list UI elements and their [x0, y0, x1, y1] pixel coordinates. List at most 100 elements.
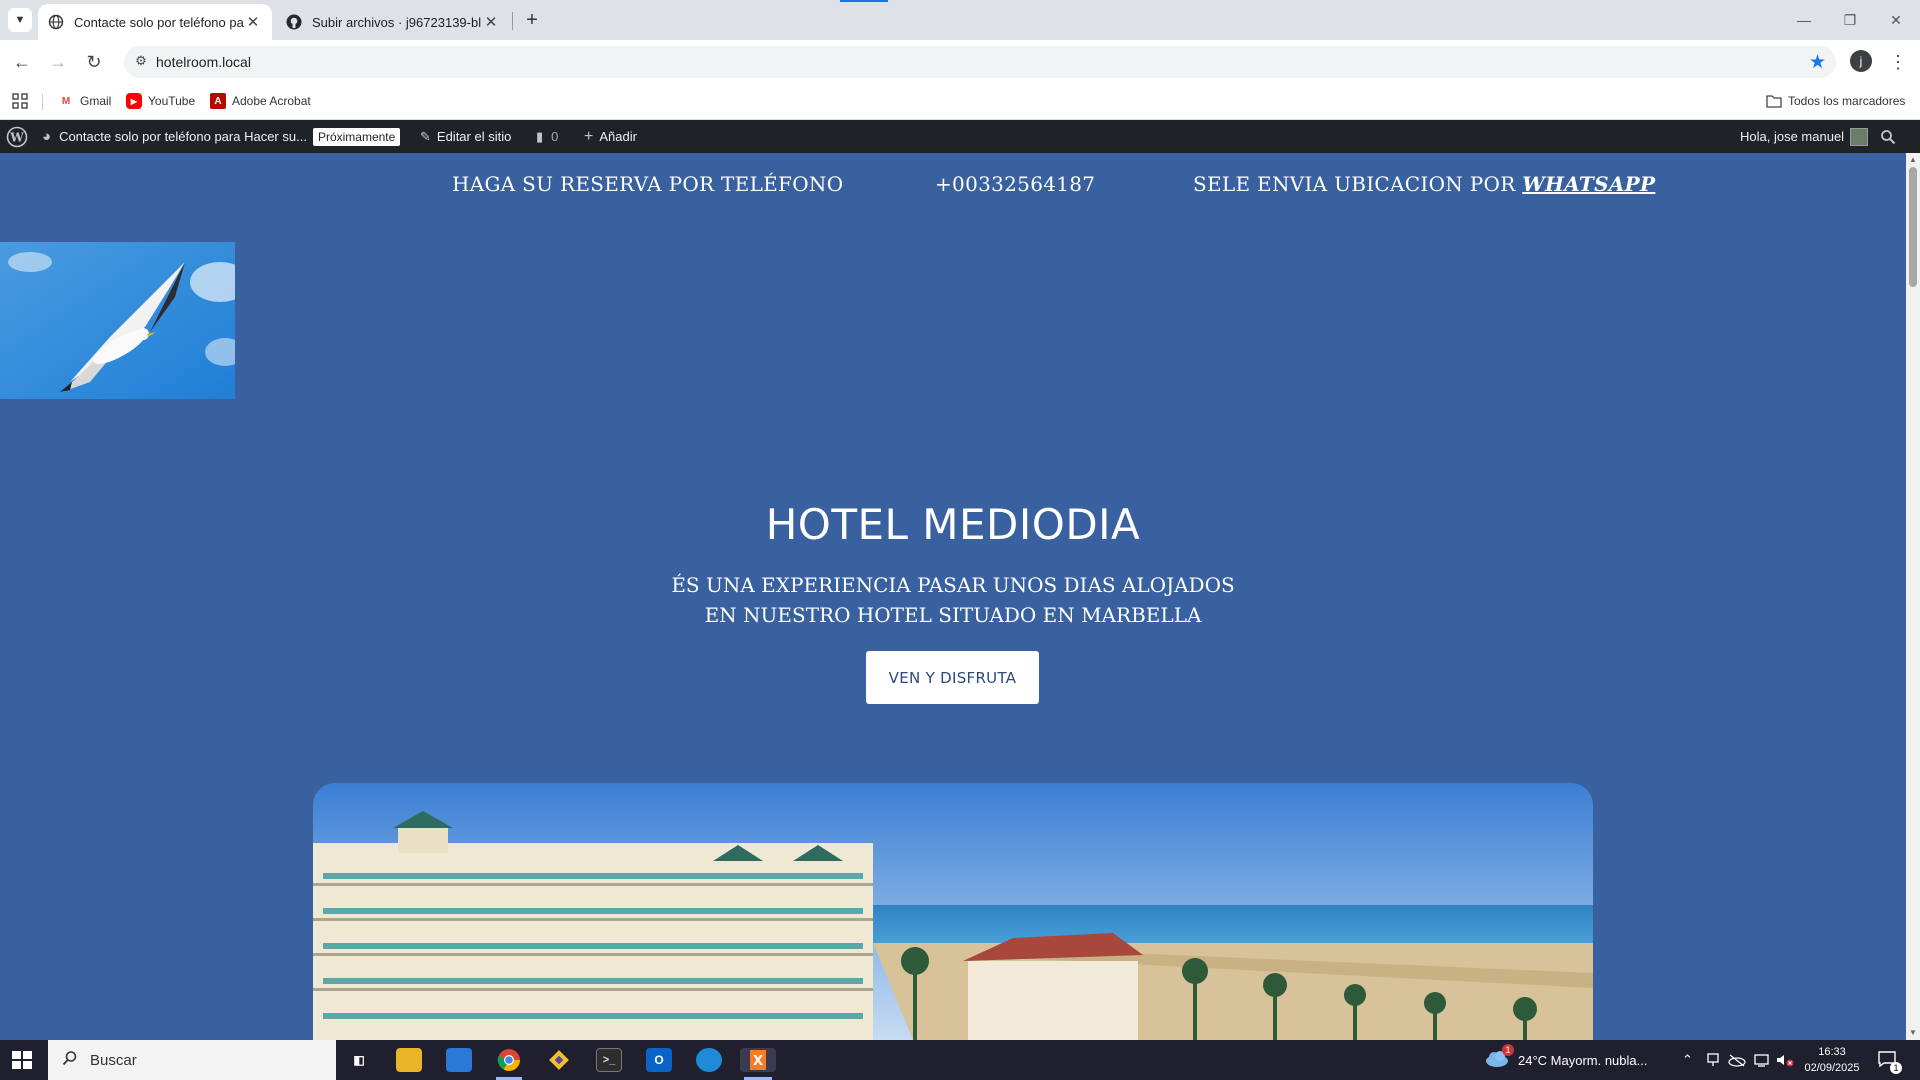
apps-grid-icon[interactable] — [12, 93, 28, 109]
location-line: SELE ENVIA UBICACION POR WHATSAPP — [1193, 172, 1655, 196]
all-bookmarks-label: Todos los marcadores — [1788, 94, 1906, 108]
reload-button[interactable]: ↻ — [80, 48, 108, 76]
hero-title: HOTEL MEDIODIA — [765, 500, 1141, 549]
bookmark-separator — [42, 94, 43, 110]
network-icon[interactable] — [1754, 1040, 1770, 1080]
greeting-text: Hola, jose manuel — [1740, 129, 1845, 144]
dashboard-icon: ◕ — [42, 128, 52, 145]
user-avatar — [1850, 127, 1869, 146]
search-placeholder: Buscar — [90, 1051, 137, 1069]
hotel-beach-image — [313, 783, 1593, 1040]
globe-icon — [48, 14, 64, 30]
bookmark-label: YouTube — [148, 94, 196, 108]
clock-date: 02/09/2025 — [1804, 1062, 1860, 1074]
svg-text:X: X — [753, 1054, 763, 1069]
location-text: SELE ENVIA UBICACION POR — [1193, 172, 1516, 196]
weather-text: 24°C Mayorm. nubla... — [1518, 1052, 1648, 1068]
phone-number: +00332564187 — [935, 172, 1096, 196]
bookmark-gmail[interactable]: M Gmail — [58, 93, 112, 109]
weather-alert-badge: 1 — [1502, 1043, 1514, 1056]
site-name-link[interactable]: ◕ Contacte solo por teléfono para Hacer … — [42, 120, 401, 153]
tab-title: Contacte solo por teléfono para Hacer su… — [74, 14, 244, 30]
cta-button[interactable]: VEN Y DISFRUTA — [866, 651, 1039, 704]
windows-start-icon[interactable] — [12, 1051, 32, 1069]
bookmarks-bar: M Gmail ▶ YouTube A Adobe Acrobat Todos … — [0, 84, 1920, 120]
edit-site-label: Editar el sitio — [436, 129, 512, 144]
microsoft-store-icon[interactable] — [446, 1048, 472, 1072]
tab-hotel[interactable]: Contacte solo por teléfono para Hacer su… — [38, 4, 272, 40]
wp-admin-bar: W ◕ Contacte solo por teléfono para Hace… — [0, 120, 1920, 153]
scrollbar-thumb[interactable] — [1909, 167, 1917, 287]
comment-bubble-icon: ▮ — [536, 128, 544, 144]
account-menu[interactable]: Hola, jose manuel — [1740, 120, 1869, 153]
windows-taskbar: Buscar ◧ >_ O X 1 24°C Mayorm. nubla... … — [0, 1040, 1920, 1080]
tab-search-button[interactable]: ▼ — [8, 8, 32, 32]
tab-title: Subir archivos · j96723139-blip/... — [312, 14, 482, 30]
taskbar-search[interactable]: Buscar — [48, 1040, 336, 1080]
add-new-link[interactable]: + Añadir — [584, 120, 637, 153]
back-button[interactable]: ← — [8, 48, 36, 76]
edge-icon[interactable] — [696, 1048, 722, 1072]
site-info-icon[interactable]: ⚙ — [132, 53, 150, 71]
clock-time: 16:33 — [1818, 1046, 1846, 1058]
restore-button[interactable]: ❐ — [1830, 6, 1870, 34]
bookmark-acrobat[interactable]: A Adobe Acrobat — [210, 93, 311, 109]
seagull-image — [0, 242, 235, 399]
address-bar[interactable]: ⚙ hotelroom.local ★ — [124, 46, 1836, 78]
notifications-icon[interactable]: 1 — [1878, 1040, 1902, 1080]
scroll-down-icon[interactable]: ▼ — [1906, 1026, 1920, 1040]
bookmark-youtube[interactable]: ▶ YouTube — [126, 93, 195, 109]
plus-icon: + — [584, 127, 594, 145]
forward-button[interactable]: → — [44, 48, 72, 76]
clock[interactable]: 16:33 02/09/2025 — [1800, 1044, 1864, 1076]
close-tab-icon[interactable]: ✕ — [244, 13, 262, 31]
gmail-icon: M — [61, 95, 71, 107]
weather-cloud-icon: 1 — [1484, 1043, 1514, 1071]
volume-muted-icon[interactable] — [1776, 1040, 1794, 1080]
comments-link[interactable]: ▮ 0 — [536, 120, 558, 153]
notification-count: 1 — [1890, 1061, 1902, 1074]
whatsapp-link[interactable]: WHATSAPP — [1522, 172, 1655, 196]
comments-count: 0 — [551, 129, 559, 144]
file-explorer-icon[interactable] — [396, 1048, 422, 1072]
add-new-label: Añadir — [599, 129, 637, 144]
outlook-icon[interactable]: O — [646, 1048, 672, 1072]
tab-github[interactable]: Subir archivos · j96723139-blip/... ✕ — [276, 4, 510, 40]
search-icon — [62, 1050, 78, 1070]
brush-icon: ✎ — [420, 128, 431, 144]
git-client-icon[interactable] — [546, 1048, 572, 1072]
xampp-icon[interactable]: X — [740, 1048, 776, 1072]
bookmark-label: Adobe Acrobat — [232, 94, 311, 108]
search-icon[interactable] — [1880, 120, 1896, 153]
reserve-by-phone-text: HAGA SU RESERVA POR TELÉFONO — [452, 172, 844, 196]
loading-indicator — [840, 0, 888, 2]
bookmark-label: Gmail — [80, 94, 112, 108]
scroll-up-icon[interactable]: ▲ — [1906, 153, 1920, 167]
site-name-text: Contacte solo por teléfono para Hacer su… — [59, 129, 307, 144]
browser-menu-icon[interactable]: ⋮ — [1886, 48, 1910, 76]
folder-icon — [1766, 93, 1782, 109]
onedrive-icon[interactable] — [1728, 1040, 1746, 1080]
chrome-icon[interactable] — [496, 1048, 522, 1072]
terminal-icon[interactable]: >_ — [596, 1048, 622, 1072]
minimize-button[interactable]: — — [1784, 6, 1824, 34]
close-window-button[interactable]: ✕ — [1876, 6, 1916, 34]
url-text[interactable]: hotelroom.local — [156, 54, 251, 70]
profile-avatar[interactable]: j — [1850, 50, 1872, 72]
show-hidden-icons-icon[interactable]: ⌃ — [1682, 1040, 1693, 1080]
close-tab-icon[interactable]: ✕ — [482, 13, 500, 31]
bookmark-star-icon[interactable]: ★ — [1809, 51, 1826, 74]
youtube-icon: ▶ — [126, 93, 142, 109]
acrobat-icon: A — [210, 93, 226, 109]
wordpress-logo-icon[interactable]: W — [6, 120, 28, 153]
device-icon[interactable] — [1706, 1040, 1720, 1080]
new-tab-button[interactable]: + — [518, 6, 546, 34]
hero-subtitle: ÉS UNA EXPERIENCIA PASAR UNOS DIAS ALOJA… — [671, 573, 1235, 627]
edit-site-link[interactable]: ✎ Editar el sitio — [420, 120, 511, 153]
page-scrollbar[interactable]: ▲ ▼ — [1906, 153, 1920, 1040]
weather-widget[interactable]: 1 24°C Mayorm. nubla... — [1484, 1040, 1647, 1080]
task-view-icon[interactable]: ◧ — [346, 1048, 372, 1072]
github-icon — [286, 14, 302, 30]
all-bookmarks-folder[interactable]: Todos los marcadores — [1766, 93, 1905, 109]
tab-separator — [512, 12, 513, 30]
